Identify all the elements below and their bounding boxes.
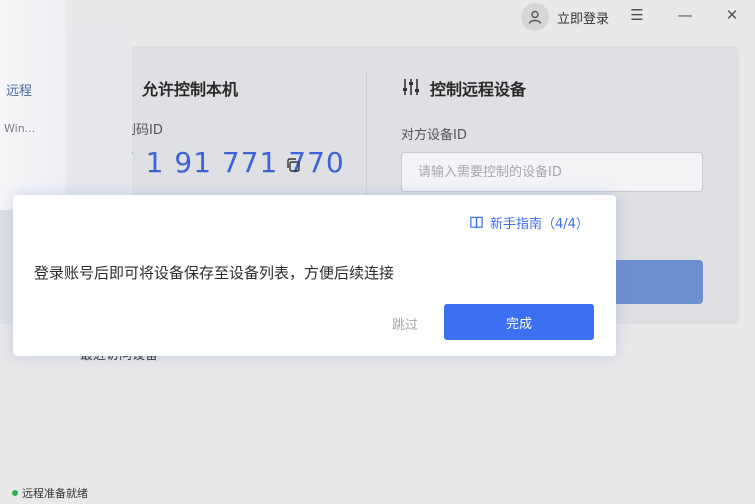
panel-divider xyxy=(366,70,367,200)
close-button[interactable]: ✕ xyxy=(719,4,745,26)
menu-icon: ☰ xyxy=(630,6,644,24)
status-bar: 远程准备就绪 xyxy=(12,485,88,501)
login-link[interactable]: 立即登录 xyxy=(557,8,609,27)
allow-control-title: 允许控制本机 xyxy=(142,80,239,99)
guide-message: 登录账号后即可将设备保存至设备列表，方便后续连接 xyxy=(34,264,395,282)
sidebar-os-text: Win... xyxy=(4,122,36,135)
sliders-icon xyxy=(403,79,419,95)
peer-id-input[interactable] xyxy=(401,152,703,192)
control-remote-title: 控制远程设备 xyxy=(430,80,527,99)
skip-button[interactable]: 跳过 xyxy=(385,313,425,333)
guide-popup: 新手指南（4/4） 登录账号后即可将设备保存至设备列表，方便后续连接 跳过 完成 xyxy=(13,195,616,356)
book-icon xyxy=(470,216,483,229)
menu-button[interactable]: ☰ xyxy=(624,4,650,26)
sidebar-tab-remote[interactable]: 远程 xyxy=(6,80,32,99)
guide-link-label: 新手指南（4/4） xyxy=(490,217,589,232)
user-avatar[interactable] xyxy=(521,3,549,31)
close-icon: ✕ xyxy=(725,6,739,24)
status-text: 远程准备就绪 xyxy=(22,487,88,500)
status-dot-icon xyxy=(12,490,18,496)
done-button[interactable]: 完成 xyxy=(444,304,594,340)
user-icon xyxy=(528,10,542,24)
beginner-guide-link[interactable]: 新手指南（4/4） xyxy=(469,213,589,232)
peer-id-label: 对方设备ID xyxy=(401,128,467,143)
sidebar-blurred-overlay xyxy=(66,26,132,196)
sidebar-blurred: 远程 Win... xyxy=(0,0,66,210)
copy-icon[interactable] xyxy=(285,157,301,173)
minimize-icon: — xyxy=(677,6,693,24)
minimize-button[interactable]: — xyxy=(672,4,698,26)
login-area[interactable]: 立即登录 xyxy=(521,3,609,31)
